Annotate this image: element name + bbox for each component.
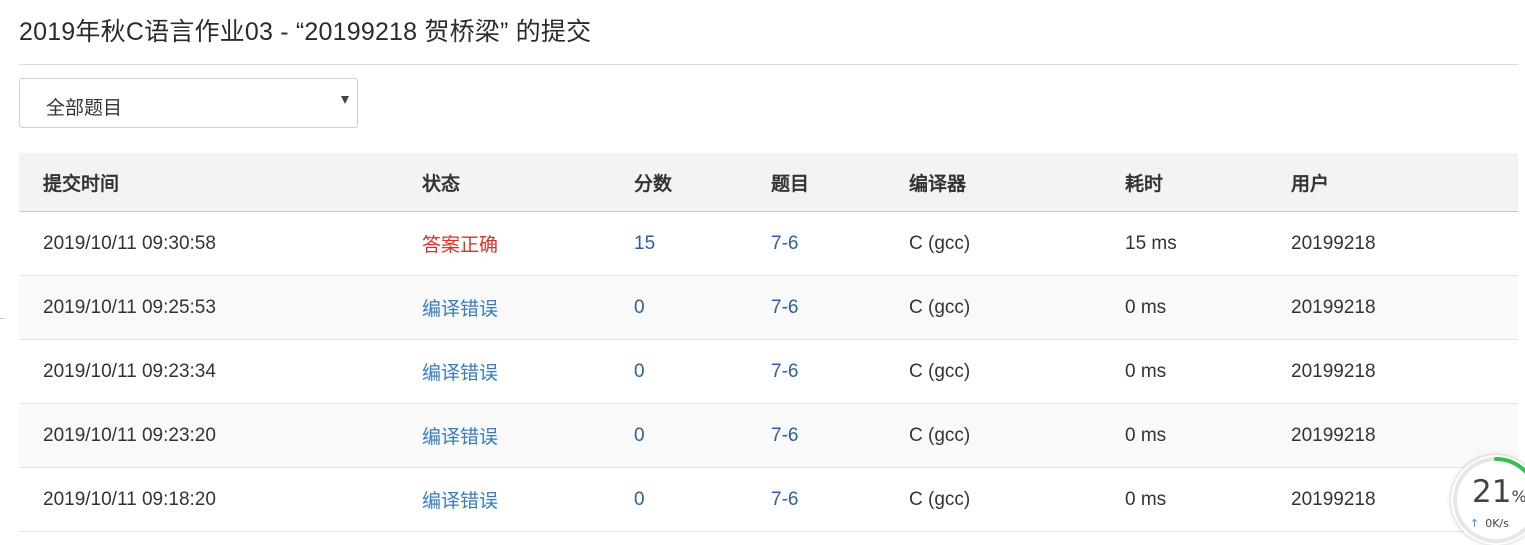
problem-link[interactable]: 7-6: [771, 233, 798, 254]
status-link[interactable]: 编译错误: [422, 427, 498, 448]
status-link[interactable]: 编译错误: [422, 491, 498, 512]
submit-time-cell: 2019/10/11 09:23:20: [19, 403, 422, 468]
problem-link[interactable]: 7-6: [771, 489, 798, 510]
table-header-row: 提交时间 状态 分数 题目 编译器 耗时 用户: [19, 153, 1518, 212]
compiler-cell: C (gcc): [909, 403, 1125, 468]
header-duration: 耗时: [1125, 153, 1291, 212]
table-row: 2019/10/11 09:25:53 编译错误 0 7-6 C (gcc) 0…: [19, 275, 1518, 340]
submit-time-cell: 2019/10/11 09:18:20: [19, 467, 422, 532]
header-submit-time: 提交时间: [19, 153, 422, 212]
net-speed: ↑ 0K/s: [1470, 517, 1509, 530]
header-problem: 题目: [771, 153, 909, 212]
net-speed-value: 0K/s: [1485, 517, 1509, 530]
header-status: 状态: [422, 153, 634, 212]
usage-percent-value: 21: [1472, 474, 1512, 510]
status-link[interactable]: 编译错误: [422, 299, 498, 320]
table-row: 2019/10/11 09:30:58 答案正确 15 7-6 C (gcc) …: [19, 211, 1518, 276]
usage-percent: 21%: [1472, 474, 1525, 510]
duration-cell: 0 ms: [1125, 275, 1291, 340]
score-link[interactable]: 0: [634, 489, 645, 510]
duration-cell: 0 ms: [1125, 403, 1291, 468]
page-title: 2019年秋C语言作业03 - “20199218 贺桥梁” 的提交: [19, 18, 592, 46]
problem-link[interactable]: 7-6: [771, 425, 798, 446]
header-user: 用户: [1291, 153, 1518, 212]
dropdown-caret-icon: [341, 96, 349, 104]
edge-marker: [0, 318, 5, 319]
duration-cell: 0 ms: [1125, 339, 1291, 404]
problem-filter-value: 全部题目: [46, 98, 123, 119]
problem-filter-select[interactable]: 全部题目: [19, 78, 358, 128]
compiler-cell: C (gcc): [909, 339, 1125, 404]
usage-percent-sign: %: [1511, 487, 1525, 506]
compiler-cell: C (gcc): [909, 467, 1125, 532]
problem-link[interactable]: 7-6: [771, 361, 798, 382]
submissions-table: 提交时间 状态 分数 题目 编译器 耗时 用户 2019/10/11 09:30…: [19, 153, 1518, 532]
score-link[interactable]: 0: [634, 297, 645, 318]
network-speed-widget[interactable]: 21% ↑ 0K/s: [1451, 455, 1525, 545]
submit-time-cell: 2019/10/11 09:25:53: [19, 275, 422, 340]
duration-cell: 15 ms: [1125, 211, 1291, 276]
table-row: 2019/10/11 09:18:20 编译错误 0 7-6 C (gcc) 0…: [19, 467, 1518, 532]
duration-cell: 0 ms: [1125, 467, 1291, 532]
status-link[interactable]: 答案正确: [422, 235, 498, 256]
user-cell: 20199218: [1291, 211, 1518, 276]
header-score: 分数: [634, 153, 771, 212]
submit-time-cell: 2019/10/11 09:23:34: [19, 339, 422, 404]
score-link[interactable]: 0: [634, 425, 645, 446]
submit-time-cell: 2019/10/11 09:30:58: [19, 211, 422, 276]
title-divider: [19, 64, 1518, 65]
score-link[interactable]: 0: [634, 361, 645, 382]
table-row: 2019/10/11 09:23:34 编译错误 0 7-6 C (gcc) 0…: [19, 339, 1518, 404]
user-cell: 20199218: [1291, 275, 1518, 340]
compiler-cell: C (gcc): [909, 211, 1125, 276]
compiler-cell: C (gcc): [909, 275, 1125, 340]
user-cell: 20199218: [1291, 339, 1518, 404]
table-row: 2019/10/11 09:23:20 编译错误 0 7-6 C (gcc) 0…: [19, 403, 1518, 468]
header-compiler: 编译器: [909, 153, 1125, 212]
problem-link[interactable]: 7-6: [771, 297, 798, 318]
status-link[interactable]: 编译错误: [422, 363, 498, 384]
score-link[interactable]: 15: [634, 233, 655, 254]
upload-arrow-icon: ↑: [1470, 517, 1480, 530]
